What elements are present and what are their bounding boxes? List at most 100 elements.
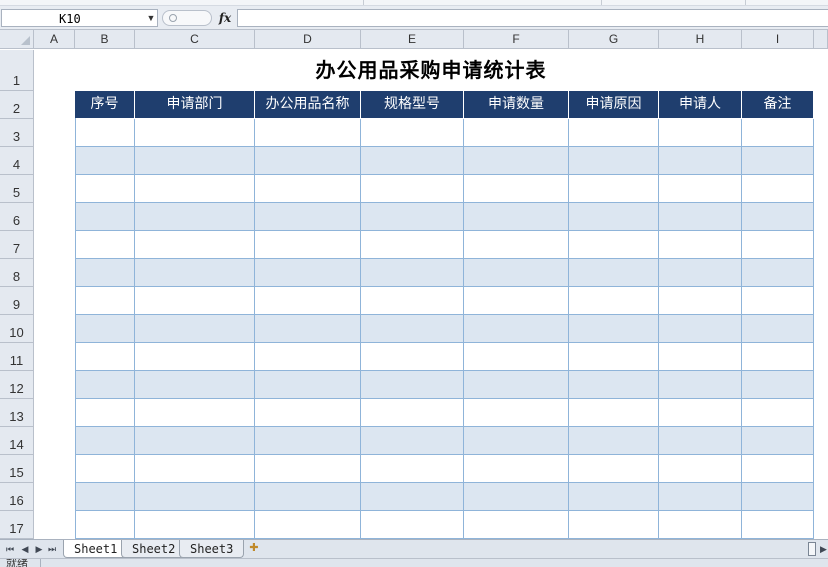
table-cell[interactable]	[742, 427, 814, 455]
table-cell[interactable]	[255, 455, 361, 483]
column-header-i[interactable]: I	[742, 30, 814, 49]
table-cell[interactable]	[135, 231, 255, 259]
table-cell[interactable]	[135, 147, 255, 175]
table-cell[interactable]	[464, 427, 569, 455]
table-cell[interactable]	[75, 287, 135, 315]
table-cell[interactable]	[75, 455, 135, 483]
column-header-a[interactable]: A	[34, 30, 75, 49]
table-cell[interactable]	[255, 511, 361, 539]
sheet-tab-sheet1[interactable]: Sheet1	[63, 540, 129, 558]
first-sheet-icon[interactable]: ⏮	[4, 542, 16, 556]
table-cell[interactable]	[742, 259, 814, 287]
table-cell[interactable]	[255, 427, 361, 455]
table-cell[interactable]	[75, 343, 135, 371]
table-cell[interactable]	[361, 203, 464, 231]
table-cell[interactable]	[569, 119, 659, 147]
column-header-c[interactable]: C	[135, 30, 255, 49]
table-cell[interactable]	[742, 483, 814, 511]
insert-function-button[interactable]: fx	[214, 10, 236, 26]
table-cell[interactable]	[255, 231, 361, 259]
column-header-f[interactable]: F	[464, 30, 569, 49]
table-cell[interactable]	[464, 231, 569, 259]
table-cell[interactable]	[464, 343, 569, 371]
table-cell[interactable]	[464, 287, 569, 315]
table-cell[interactable]	[361, 343, 464, 371]
table-cell[interactable]	[361, 427, 464, 455]
table-cell[interactable]	[659, 259, 742, 287]
table-cell[interactable]	[569, 427, 659, 455]
column-header-g[interactable]: G	[569, 30, 659, 49]
column-header-b[interactable]: B	[75, 30, 135, 49]
table-cell[interactable]	[569, 203, 659, 231]
table-cell[interactable]	[659, 315, 742, 343]
prev-sheet-icon[interactable]: ◀	[19, 542, 31, 556]
name-box[interactable]: K10 ▼	[1, 9, 158, 27]
table-cell[interactable]	[464, 483, 569, 511]
table-cell[interactable]	[659, 511, 742, 539]
table-cell[interactable]	[659, 483, 742, 511]
table-cell[interactable]	[135, 287, 255, 315]
row-header-7[interactable]: 7	[0, 231, 34, 259]
row-header-1[interactable]: 1	[0, 50, 34, 91]
table-cell[interactable]	[569, 147, 659, 175]
table-header-cell[interactable]: 序号	[75, 91, 135, 118]
table-cell[interactable]	[659, 203, 742, 231]
table-cell[interactable]	[75, 259, 135, 287]
table-cell[interactable]	[361, 483, 464, 511]
table-cell[interactable]	[569, 287, 659, 315]
table-cell[interactable]	[135, 119, 255, 147]
table-cell[interactable]	[659, 147, 742, 175]
table-cell[interactable]	[75, 147, 135, 175]
last-sheet-icon[interactable]: ⏭	[46, 542, 58, 556]
table-cell[interactable]	[742, 175, 814, 203]
table-cell[interactable]	[361, 315, 464, 343]
table-cell[interactable]	[464, 399, 569, 427]
table-cell[interactable]	[135, 483, 255, 511]
chevron-down-icon[interactable]: ▼	[145, 11, 157, 25]
table-cell[interactable]	[659, 455, 742, 483]
table-cell[interactable]	[569, 455, 659, 483]
table-header-cell[interactable]: 规格型号	[361, 91, 464, 118]
row-header-12[interactable]: 12	[0, 371, 34, 399]
table-cell[interactable]	[361, 231, 464, 259]
table-cell[interactable]	[255, 287, 361, 315]
table-cell[interactable]	[464, 371, 569, 399]
row-header-11[interactable]: 11	[0, 343, 34, 371]
table-cell[interactable]	[742, 231, 814, 259]
table-cell[interactable]	[569, 483, 659, 511]
table-cell[interactable]	[569, 343, 659, 371]
table-cell[interactable]	[742, 287, 814, 315]
row-header-16[interactable]: 16	[0, 483, 34, 511]
table-cell[interactable]	[255, 315, 361, 343]
table-cell[interactable]	[75, 483, 135, 511]
table-cell[interactable]	[135, 455, 255, 483]
column-header-e[interactable]: E	[361, 30, 464, 49]
table-cell[interactable]	[659, 343, 742, 371]
scroll-right-icon[interactable]: ▶	[820, 542, 827, 556]
table-cell[interactable]	[742, 371, 814, 399]
table-header-cell[interactable]: 申请人	[659, 91, 742, 118]
table-cell[interactable]	[464, 119, 569, 147]
row-header-6[interactable]: 6	[0, 203, 34, 231]
table-cell[interactable]	[361, 399, 464, 427]
table-cell[interactable]	[569, 231, 659, 259]
table-cell[interactable]	[742, 315, 814, 343]
table-cell[interactable]	[569, 399, 659, 427]
column-header-h[interactable]: H	[659, 30, 742, 49]
table-cell[interactable]	[742, 343, 814, 371]
table-cell[interactable]	[361, 259, 464, 287]
table-cell[interactable]	[361, 287, 464, 315]
table-cell[interactable]	[464, 259, 569, 287]
table-cell[interactable]	[75, 231, 135, 259]
row-header-5[interactable]: 5	[0, 175, 34, 203]
table-cell[interactable]	[135, 399, 255, 427]
table-cell[interactable]	[255, 203, 361, 231]
table-cell[interactable]	[255, 483, 361, 511]
table-cell[interactable]	[742, 455, 814, 483]
table-cell[interactable]	[659, 399, 742, 427]
table-cell[interactable]	[569, 315, 659, 343]
table-cell[interactable]	[569, 259, 659, 287]
table-cell[interactable]	[659, 175, 742, 203]
table-cell[interactable]	[135, 203, 255, 231]
table-cell[interactable]	[659, 287, 742, 315]
